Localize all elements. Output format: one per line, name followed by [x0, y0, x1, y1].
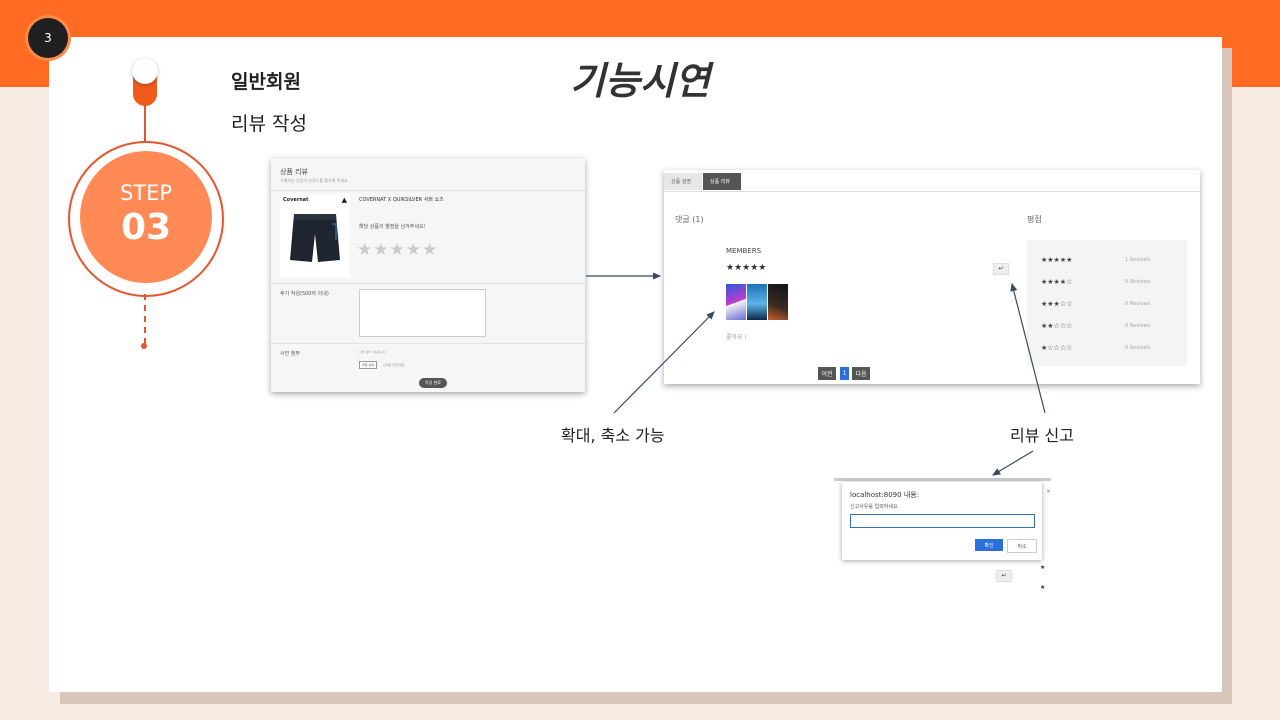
arrow-to-report-button: [1010, 282, 1046, 414]
caption-zoom: 확대, 축소 가능: [561, 426, 665, 445]
caption-report: 리뷰 신고: [1010, 426, 1074, 445]
annotation-arrows: [586, 272, 1046, 476]
arrow-to-dialog: [991, 450, 1034, 476]
arrow-to-photos: [613, 311, 715, 414]
